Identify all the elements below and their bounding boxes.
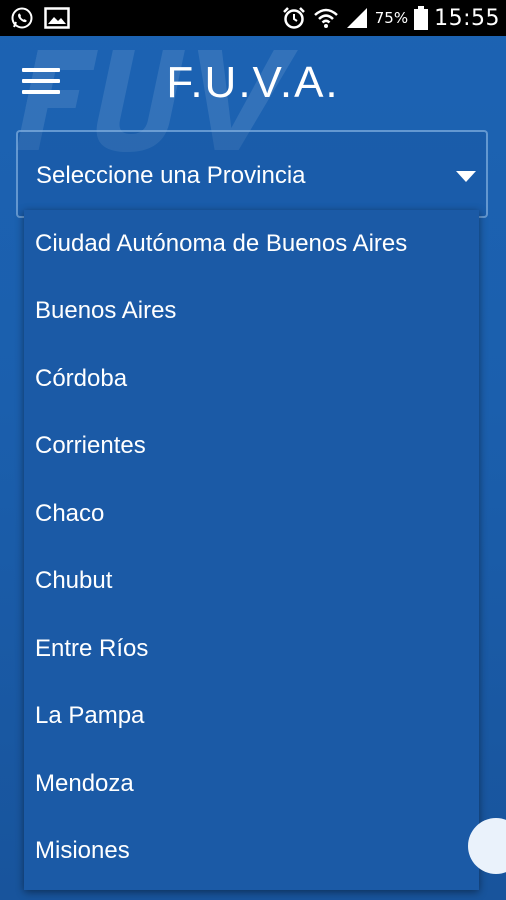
dropdown-option[interactable]: Ciudad Autónoma de Buenos Aires xyxy=(24,210,479,278)
dropdown-option[interactable]: Buenos Aires xyxy=(24,278,479,346)
wifi-icon xyxy=(313,7,339,29)
dropdown-option[interactable]: Corrientes xyxy=(24,413,479,481)
dropdown-option[interactable]: Chaco xyxy=(24,480,479,548)
dropdown-option[interactable]: Córdoba xyxy=(24,345,479,413)
status-bar: 75% 15:55 xyxy=(0,0,506,36)
image-icon xyxy=(44,7,70,29)
app-bar: F.U.V.A. xyxy=(0,36,506,132)
province-select-label: Seleccione una Provincia xyxy=(36,162,306,189)
dropdown-option[interactable]: Misiones xyxy=(24,818,479,886)
clock-time: 15:55 xyxy=(434,5,500,31)
battery-icon xyxy=(414,6,429,30)
dropdown-option[interactable]: Chubut xyxy=(24,548,479,616)
battery-percent: 75% xyxy=(374,9,409,27)
dropdown-option[interactable]: Mendoza xyxy=(24,750,479,818)
dropdown-option[interactable]: La Pampa xyxy=(24,683,479,751)
whatsapp-icon xyxy=(10,6,34,30)
dropdown-arrow-icon xyxy=(456,168,476,187)
alarm-icon xyxy=(281,6,307,30)
province-dropdown-list: Ciudad Autónoma de Buenos Aires Buenos Ai… xyxy=(24,210,479,890)
province-select[interactable]: Seleccione una Provincia xyxy=(16,130,488,218)
signal-icon xyxy=(345,7,369,29)
dropdown-option[interactable]: Entre Ríos xyxy=(24,615,479,683)
app-title: F.U.V.A. xyxy=(166,58,340,107)
